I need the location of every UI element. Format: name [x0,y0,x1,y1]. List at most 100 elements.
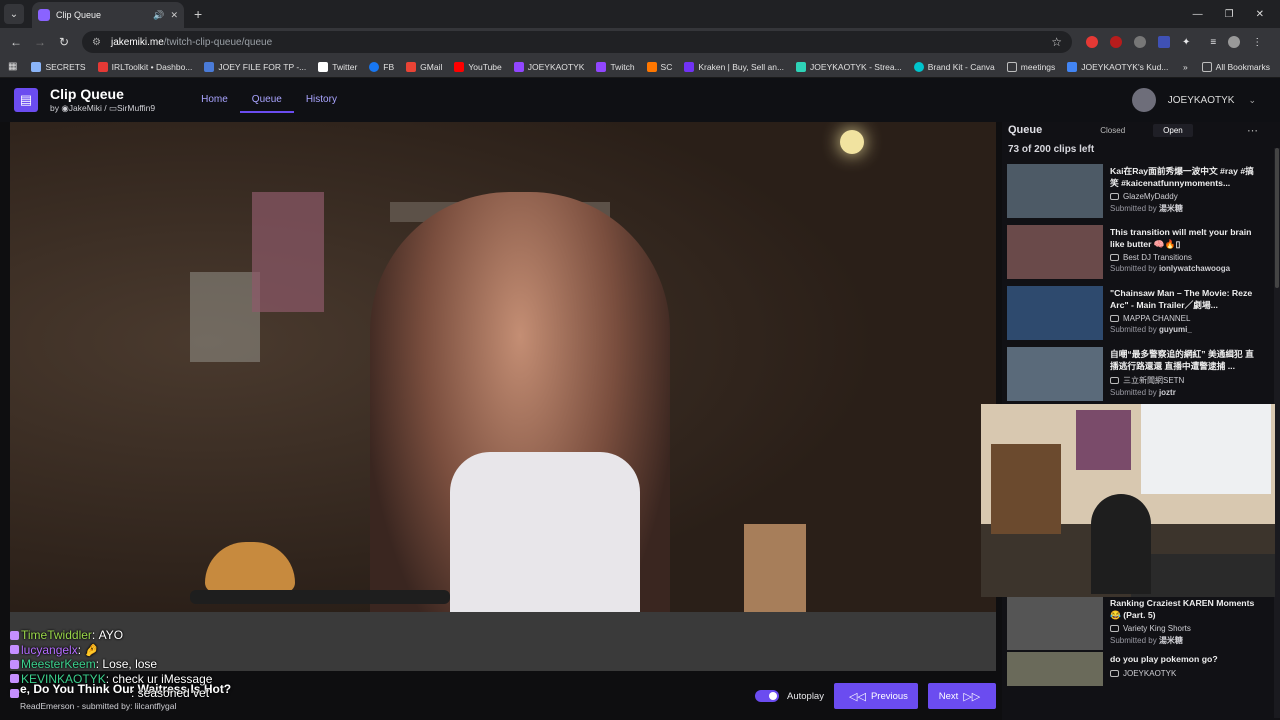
extension-dark-red-icon[interactable] [1110,36,1122,48]
nav-queue[interactable]: Queue [239,88,294,113]
all-bookmarks[interactable]: All Bookmarks [1201,61,1270,72]
bookmark-item[interactable]: Brand Kit - Canva [913,61,995,72]
scrollbar-thumb[interactable] [1275,148,1279,288]
extension-gray-icon[interactable] [1134,36,1146,48]
submitter-name: joztr [1158,388,1176,397]
clip-thumbnail [1007,164,1103,218]
bookmark-item[interactable]: SECRETS [31,61,86,72]
close-window-icon[interactable]: ✕ [1256,9,1264,20]
chat-badge-icon [10,674,19,684]
queue-item[interactable]: Kai在Ray面前秀爆一波中文 #ray #搞笑 #kaicenatfunnym… [1007,164,1269,222]
bookmark-label: SECRETS [45,61,86,72]
url-path: /twitch-clip-queue/queue [163,36,273,48]
browser-tab-active[interactable]: Clip Queue 🔊 ✕ [32,2,184,28]
bookmark-item[interactable]: Twitter [318,61,357,72]
chevron-down-icon: ⌄ [1248,94,1256,105]
channel-name: Best DJ Transitions [1123,253,1192,262]
rewind-icon: ◁◁ [849,690,866,703]
chat-badge-icon [10,630,19,640]
chat-separator: : [91,628,96,642]
chat-line: KEVINKAOTYK: check ur iMessage [10,672,212,687]
reload-icon[interactable]: ↻ [52,35,76,49]
bookmark-item[interactable]: meetings [1006,61,1056,72]
bookmark-label: SC [660,61,673,72]
bookmark-item[interactable]: FB [369,61,394,72]
twitch-icon [513,61,524,72]
queue-item[interactable]: This transition will melt your brain lik… [1007,225,1269,283]
channel-name: JOEYKAOTYK [1123,669,1177,678]
new-tab-icon[interactable]: + [194,6,202,22]
bookmark-item[interactable]: Twitch [596,61,635,72]
soundcloud-icon [646,61,657,72]
author-link-2[interactable]: SirMuffin9 [117,103,155,113]
profile-avatar[interactable] [1228,36,1241,48]
kudos-icon [1067,61,1078,72]
chat-line: MeesterKeem: Lose, lose [10,657,212,672]
back-icon[interactable]: ← [4,35,28,49]
submitted-by-label: Submitted by [1110,636,1157,645]
more-options-icon[interactable]: ⋯ [1247,124,1258,137]
nav-home[interactable]: Home [189,88,240,113]
forward-icon[interactable]: → [28,35,52,49]
submitter-name: guyumi_ [1158,325,1192,334]
queue-item[interactable]: Ranking Craziest KAREN Moments😂 (Part. 5… [1007,596,1269,654]
queue-closed-button[interactable]: Closed [1090,124,1135,137]
kebab-menu-icon[interactable]: ⋮ [1252,37,1262,48]
close-tab-icon[interactable]: ✕ [170,10,178,21]
bookmark-item[interactable]: JOEYKAOTYK - Strea... [796,61,902,72]
play-icon [1110,315,1119,322]
play-icon [1110,625,1119,632]
nav-history[interactable]: History [294,88,349,113]
minimize-icon[interactable]: — [1193,9,1203,20]
autoplay-toggle[interactable] [755,690,779,702]
bookmark-label: meetings [1020,61,1056,72]
chat-message: AYO [98,628,124,642]
previous-button[interactable]: ◁◁ Previous [834,683,918,709]
bookmark-item[interactable]: SC [646,61,673,72]
bookmark-star-icon[interactable]: ☆ [1051,35,1062,49]
bookmark-item[interactable]: IRLToolkit • Dashbo... [97,61,192,72]
bookmark-item[interactable]: JOEYKAOTYK [513,61,584,72]
webcam-window [1141,404,1271,494]
site-info-icon[interactable]: ⚙ [92,37,101,48]
queue-item[interactable]: do you play pokemon go? JOEYKAOTYK [1007,652,1269,710]
queue-open-button[interactable]: Open [1153,123,1193,137]
audio-icon[interactable]: 🔊 [153,10,164,21]
clip-channel: 三立新聞網SETN [1110,375,1260,386]
video-player[interactable] [10,122,996,671]
clip-item-title: "Chainsaw Man – The Movie: Reze Arc" - M… [1110,288,1253,310]
folder-icon [1201,61,1212,72]
bookmark-item[interactable]: Kraken | Buy, Sell an... [684,61,784,72]
more-bookmarks-icon[interactable]: » [1183,62,1188,72]
apps-grid-icon[interactable]: ▦ [8,61,17,72]
restore-icon[interactable]: ❐ [1225,9,1234,20]
bookmark-item[interactable]: JOEY FILE FOR TP -... [204,61,306,72]
chat-message: Lose, lose [102,657,158,671]
clip-thumbnail [1007,652,1103,686]
clip-queue-logo-icon[interactable]: ▤ [14,88,38,112]
bookmark-icon [204,61,215,72]
bookmark-label: GMail [420,61,443,72]
tab-search-icon[interactable]: ⌄ [4,4,24,24]
chat-username: MeesterKeem [21,657,96,671]
user-menu[interactable]: JOEYKAOTYK ⌄ [1131,88,1280,112]
queue-item[interactable]: "Chainsaw Man – The Movie: Reze Arc" - M… [1007,286,1269,344]
folder-icon [1006,61,1017,72]
bookmarks-right: » All Bookmarks [1183,61,1280,72]
bookmark-item[interactable]: GMail [406,61,443,72]
chat-badge-icon [10,688,19,698]
extension-blue-icon[interactable] [1158,36,1170,48]
next-button[interactable]: Next ▷▷ [928,683,996,709]
clip-item-title: This transition will melt your brain lik… [1110,227,1252,249]
queue-list-icon[interactable]: ≡ [1210,37,1216,48]
clip-item-title: Kai在Ray面前秀爆一波中文 #ray #搞笑 #kaicenatfunnym… [1110,166,1254,188]
queue-item[interactable]: 自嘲“最多警察追的網紅” 美通緝犯 直播逃行路還還 直播中遭警逮捕 ... 三立… [1007,347,1269,405]
bookmark-item[interactable]: JOEYKAOTYK's Kud... [1067,61,1168,72]
bookmark-item[interactable]: YouTube [454,61,502,72]
puzzle-icon[interactable]: ✦ [1182,37,1190,48]
author-link-1[interactable]: JakeMiki [69,103,102,113]
chat-message: 🤌 [84,642,100,657]
extension-red-icon[interactable] [1086,36,1098,48]
chat-line: TimeTwiddler: AYO [10,628,212,643]
address-bar[interactable]: ⚙ jakemiki.me/twitch-clip-queue/queue ☆ [82,31,1072,53]
